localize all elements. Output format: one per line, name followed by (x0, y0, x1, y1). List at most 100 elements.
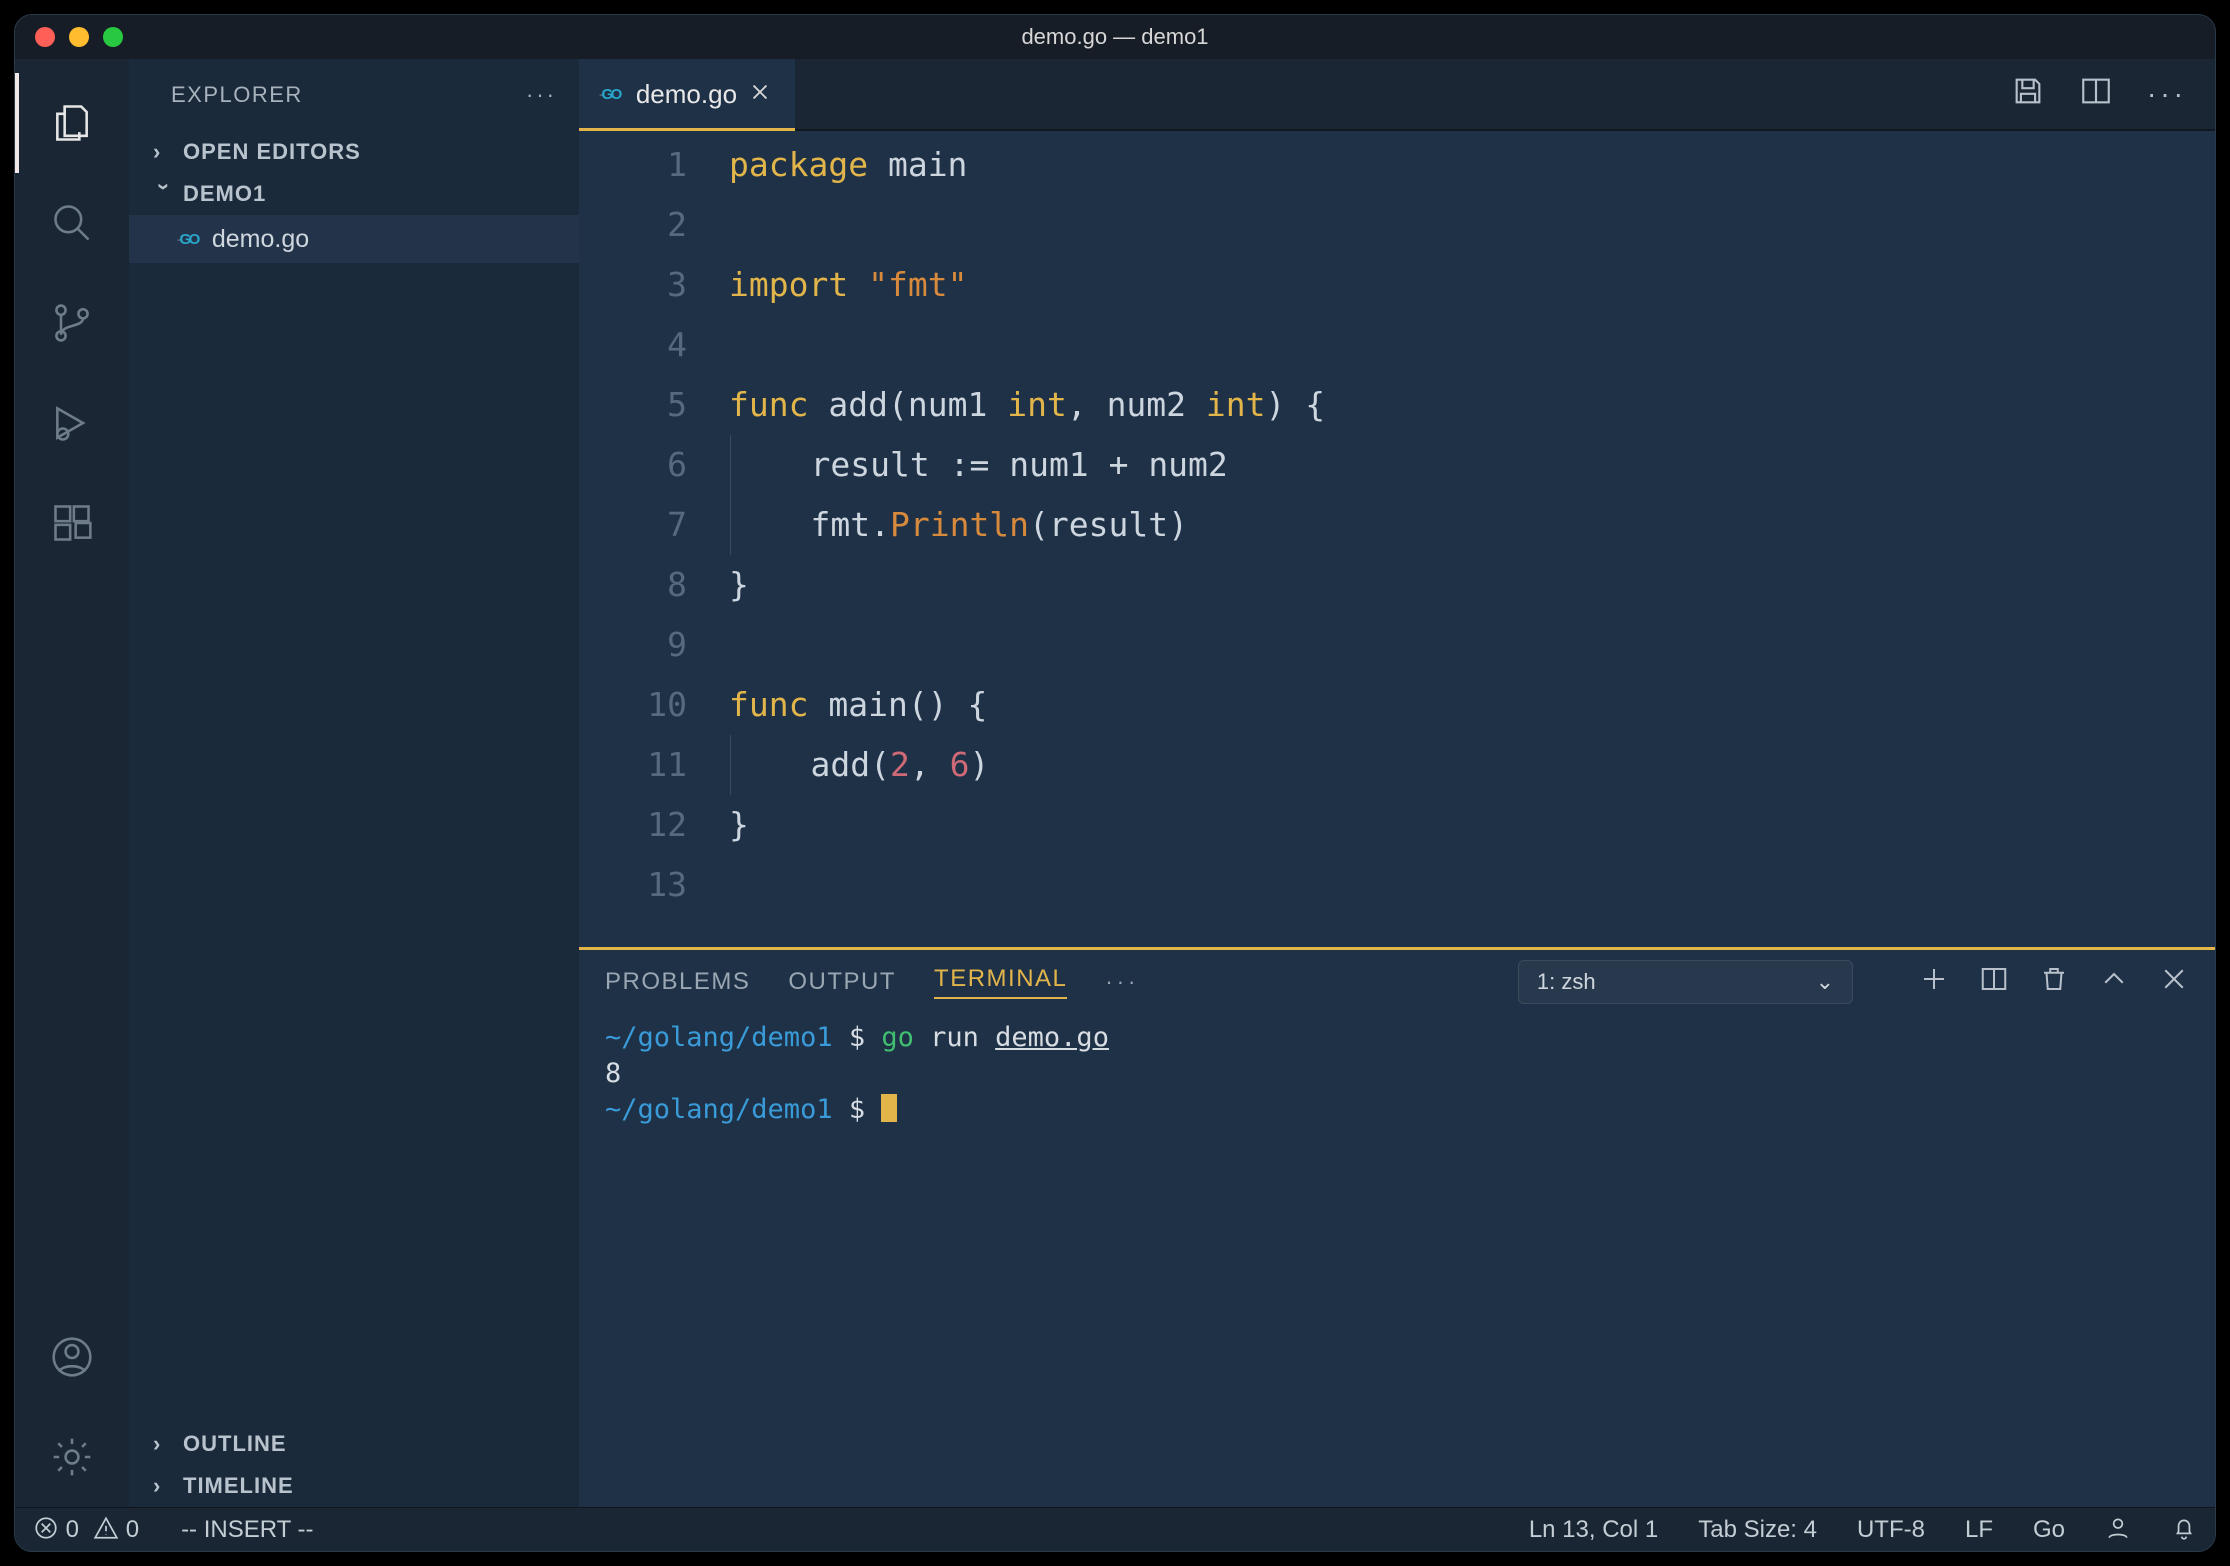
terminal-segment: $ (833, 1022, 882, 1053)
editor-tabs: -GO demo.go ··· (579, 59, 2215, 131)
activity-settings[interactable] (15, 1407, 129, 1507)
status-encoding[interactable]: UTF-8 (1857, 1516, 1925, 1544)
code-line[interactable] (729, 855, 2215, 915)
terminal-output[interactable]: ~/golang/demo1 $ go run demo.go8~/golang… (579, 1014, 2215, 1507)
editor-tab[interactable]: -GO demo.go (579, 59, 795, 129)
terminal-segment: 8 (605, 1058, 621, 1089)
kill-terminal-icon[interactable] (2039, 964, 2069, 1000)
ide-window: demo.go — demo1 (14, 14, 2216, 1552)
terminal-segment: $ (833, 1094, 882, 1125)
activity-run-debug[interactable] (15, 373, 129, 473)
save-icon[interactable] (2011, 74, 2045, 114)
token-punc: ( (870, 745, 890, 784)
token-kw: package (729, 145, 868, 184)
status-language[interactable]: Go (2033, 1516, 2065, 1544)
outline-section[interactable]: › OUTLINE (129, 1423, 579, 1465)
code-line[interactable]: } (729, 555, 2215, 615)
line-number: 6 (579, 435, 687, 495)
code-line[interactable]: fmt.Println(result) (729, 495, 2215, 555)
token-ident: result (810, 445, 929, 484)
fullscreen-window-icon[interactable] (103, 27, 123, 47)
panel-tab-output[interactable]: OUTPUT (788, 968, 896, 996)
status-cursor[interactable]: Ln 13, Col 1 (1529, 1516, 1658, 1544)
status-bell-icon[interactable] (2171, 1515, 2197, 1544)
indent-guide (730, 735, 731, 795)
gear-icon (50, 1435, 94, 1479)
token-ident: num2 (1107, 385, 1186, 424)
terminal-segment: go (881, 1022, 914, 1053)
split-terminal-icon[interactable] (1979, 964, 2009, 1000)
indent-guide (730, 495, 731, 555)
activity-explorer[interactable] (15, 73, 129, 173)
file-name: demo.go (212, 225, 309, 254)
code-line[interactable]: func main() { (729, 675, 2215, 735)
status-feedback-icon[interactable] (2105, 1515, 2131, 1544)
code-line[interactable]: } (729, 795, 2215, 855)
terminal-segment: ~/golang/demo1 (605, 1022, 833, 1053)
new-terminal-icon[interactable] (1919, 964, 1949, 1000)
errors-count: 0 (66, 1516, 79, 1543)
vim-mode: -- INSERT -- (181, 1516, 313, 1544)
token-num: 2 (890, 745, 910, 784)
terminal-segment: demo.go (995, 1022, 1109, 1053)
folder-label: DEMO1 (183, 181, 266, 207)
folder-section[interactable]: › DEMO1 (129, 173, 579, 215)
token-punc: } (729, 565, 749, 604)
activity-search[interactable] (15, 173, 129, 273)
terminal-selector[interactable]: 1: zsh ⌄ (1518, 960, 1853, 1004)
close-panel-icon[interactable] (2159, 964, 2189, 1000)
bottom-panel: PROBLEMS OUTPUT TERMINAL ··· 1: zsh ⌄ (579, 947, 2215, 1507)
terminal-line: 8 (605, 1056, 2189, 1092)
line-number-gutter: 12345678910111213 (579, 135, 729, 947)
close-tab-icon[interactable] (749, 79, 771, 110)
token-ident: num1 (1009, 445, 1088, 484)
sidebar-more-icon[interactable]: ··· (526, 82, 557, 108)
token-ident: fmt (810, 505, 870, 544)
search-icon (50, 201, 94, 245)
code-line[interactable]: result := num1 + num2 (729, 435, 2215, 495)
open-editors-section[interactable]: › OPEN EDITORS (129, 131, 579, 173)
code-line[interactable]: package main (729, 135, 2215, 195)
code-editor[interactable]: 12345678910111213 package main import "f… (579, 131, 2215, 947)
activity-extensions[interactable] (15, 473, 129, 573)
token-ident: result (1049, 505, 1168, 544)
code-line[interactable]: import "fmt" (729, 255, 2215, 315)
extensions-icon (50, 501, 94, 545)
terminal-segment: ~/golang/demo1 (605, 1094, 833, 1125)
close-window-icon[interactable] (35, 27, 55, 47)
open-editors-label: OPEN EDITORS (183, 139, 361, 165)
sidebar: EXPLORER ··· › OPEN EDITORS › DEMO1 -GO … (129, 59, 579, 1507)
timeline-section[interactable]: › TIMELINE (129, 1465, 579, 1507)
code-line[interactable] (729, 195, 2215, 255)
token-punc: ) (969, 745, 989, 784)
maximize-panel-icon[interactable] (2099, 964, 2129, 1000)
code-line[interactable] (729, 615, 2215, 675)
titlebar[interactable]: demo.go — demo1 (15, 15, 2215, 59)
file-tree-item[interactable]: -GO demo.go (129, 215, 579, 263)
activity-source-control[interactable] (15, 273, 129, 373)
status-warnings[interactable]: 0 (93, 1515, 139, 1544)
panel-tabs: PROBLEMS OUTPUT TERMINAL ··· 1: zsh ⌄ (579, 950, 2215, 1014)
panel-tab-terminal[interactable]: TERMINAL (934, 965, 1067, 999)
tab-label: demo.go (636, 79, 737, 110)
split-editor-icon[interactable] (2079, 74, 2113, 114)
minimize-window-icon[interactable] (69, 27, 89, 47)
token-str: "fmt" (868, 265, 967, 304)
code-line[interactable]: add(2, 6) (729, 735, 2215, 795)
status-tabsize[interactable]: Tab Size: 4 (1698, 1516, 1817, 1544)
activity-accounts[interactable] (15, 1307, 129, 1407)
status-eol[interactable]: LF (1965, 1516, 1993, 1544)
code-line[interactable] (729, 315, 2215, 375)
warnings-count: 0 (126, 1516, 139, 1543)
code-line[interactable]: func add(num1 int, num2 int) { (729, 375, 2215, 435)
terminal-line: ~/golang/demo1 $ (605, 1092, 2189, 1128)
chevron-down-icon: › (151, 183, 177, 205)
line-number: 3 (579, 255, 687, 315)
status-errors[interactable]: 0 (33, 1515, 79, 1544)
editor-more-icon[interactable]: ··· (2147, 78, 2187, 110)
panel-more-icon[interactable]: ··· (1105, 969, 1139, 995)
panel-tab-problems[interactable]: PROBLEMS (605, 968, 750, 996)
outline-label: OUTLINE (183, 1431, 287, 1457)
code-content[interactable]: package main import "fmt" func add(num1 … (729, 135, 2215, 947)
token-ident: main (828, 685, 907, 724)
